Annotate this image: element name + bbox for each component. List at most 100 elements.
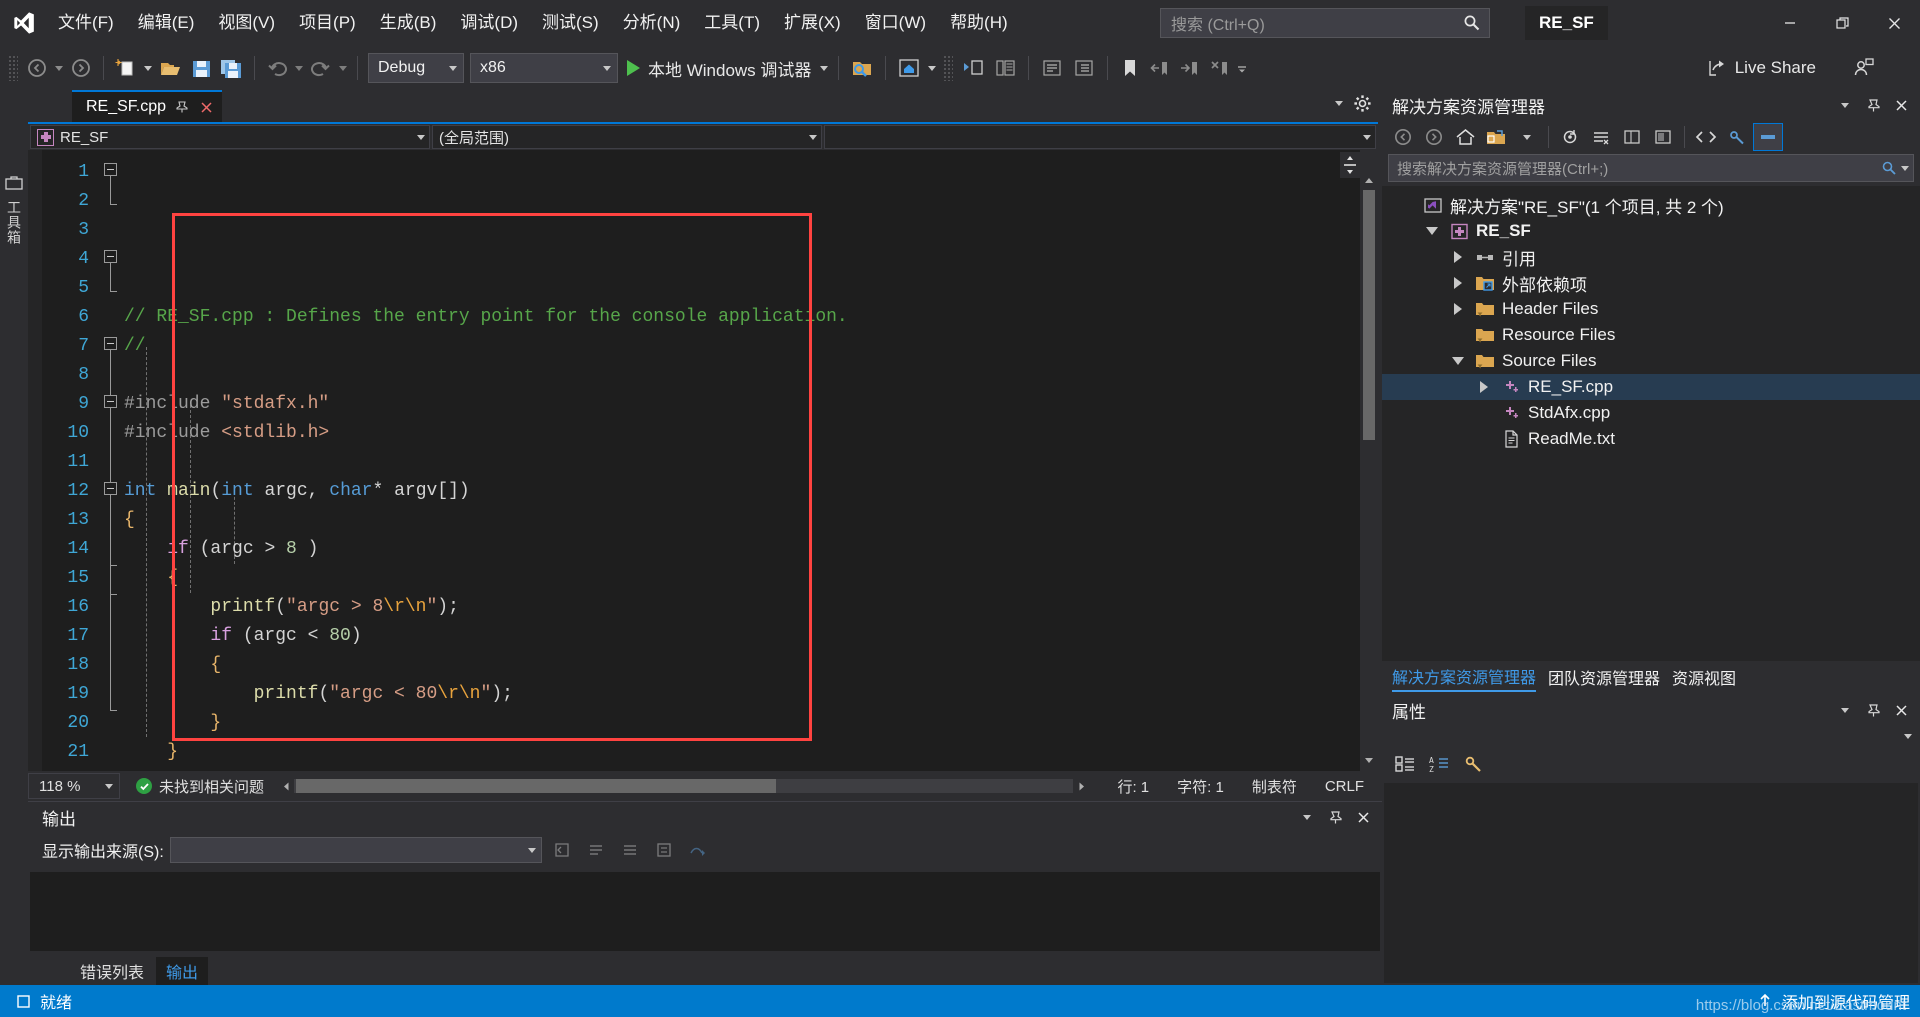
code-line[interactable]: // xyxy=(124,332,1378,361)
gear-icon[interactable] xyxy=(1353,94,1372,113)
clear-all-icon[interactable] xyxy=(582,836,610,864)
menu-help[interactable]: 帮助(H) xyxy=(938,0,1020,46)
fold-widget-line-12[interactable] xyxy=(104,482,117,495)
issue-status[interactable]: 未找到相关问题 xyxy=(136,776,264,797)
toolbar-grip-2[interactable] xyxy=(943,55,953,81)
navigate-forward-icon[interactable] xyxy=(66,51,96,85)
bookmark-clear-icon[interactable] xyxy=(1205,51,1235,85)
tree-item-header-files[interactable]: Header Files xyxy=(1382,296,1920,322)
code-line[interactable] xyxy=(124,767,1378,771)
close-button[interactable] xyxy=(1868,0,1920,46)
toggle-wordwrap-icon[interactable] xyxy=(616,836,644,864)
properties-icon[interactable] xyxy=(1617,123,1647,151)
view-code-icon[interactable] xyxy=(1691,123,1721,151)
solution-explorer-search-input[interactable]: 搜索解决方案资源管理器(Ctrl+;) xyxy=(1388,154,1914,182)
properties-window-icon[interactable] xyxy=(1722,123,1752,151)
undo-dropdown[interactable] xyxy=(292,66,306,71)
hscroll-thumb[interactable] xyxy=(296,779,776,793)
code-line[interactable]: } xyxy=(124,738,1378,767)
code-line[interactable]: // RE_SF.cpp : Defines the entry point f… xyxy=(124,303,1378,332)
properties-grid[interactable] xyxy=(1384,783,1918,983)
menu-project[interactable]: 项目(P) xyxy=(287,0,368,46)
live-share-button[interactable]: Live Share xyxy=(1699,51,1824,85)
new-file-dropdown[interactable] xyxy=(141,66,155,71)
navbar-member-combo[interactable] xyxy=(824,125,1376,149)
go-to-message-icon[interactable] xyxy=(650,836,678,864)
collapse-all-icon[interactable] xyxy=(1586,123,1616,151)
chevron-down-icon[interactable] xyxy=(1512,123,1542,151)
pending-changes-icon[interactable] xyxy=(1753,123,1783,151)
maximize-restore-button[interactable] xyxy=(1816,0,1868,46)
tree-item-resource-files[interactable]: Resource Files xyxy=(1382,322,1920,348)
open-folder-icon[interactable] xyxy=(155,51,186,85)
start-debugging-button[interactable]: 本地 Windows 调试器 xyxy=(621,51,817,85)
pin-icon[interactable] xyxy=(1322,804,1348,830)
back-icon[interactable] xyxy=(1388,123,1418,151)
pin-icon[interactable] xyxy=(1860,92,1886,118)
code-line[interactable]: printf("argc > 8\r\n"); xyxy=(124,593,1378,622)
tree-item-re-sf-cpp[interactable]: RE_SF.cpp xyxy=(1382,374,1920,400)
comment-icon[interactable] xyxy=(989,51,1021,85)
close-icon[interactable] xyxy=(1888,697,1914,723)
chevron-right-icon[interactable] xyxy=(1474,381,1494,393)
editor-horizontal-scrollbar[interactable] xyxy=(278,777,1089,795)
tab-team-explorer[interactable]: 团队资源管理器 xyxy=(1548,665,1660,691)
outlining-margin[interactable] xyxy=(98,150,124,771)
output-source-combo[interactable] xyxy=(170,837,542,863)
outline-icon[interactable] xyxy=(1068,51,1100,85)
categorized-icon[interactable] xyxy=(1390,750,1420,778)
find-message-icon[interactable] xyxy=(548,836,576,864)
save-all-icon[interactable] xyxy=(216,51,247,85)
bookmark-next-icon[interactable] xyxy=(1175,51,1205,85)
code-line[interactable]: if (argc < 80) xyxy=(124,622,1378,651)
tree-item-re-sf[interactable]: RE_SF xyxy=(1382,218,1920,244)
property-pages-icon[interactable] xyxy=(1458,750,1488,778)
fold-widget-line-4[interactable] xyxy=(104,250,117,263)
code-line[interactable]: { xyxy=(124,564,1378,593)
tree-item-[interactable]: 外部依赖项 xyxy=(1382,270,1920,296)
code-line[interactable]: int main(int argc, char* argv[]) xyxy=(124,477,1378,506)
output-text-area[interactable] xyxy=(30,872,1380,951)
chevron-down-icon[interactable] xyxy=(1832,92,1858,118)
uncomment-icon[interactable] xyxy=(1036,51,1068,85)
chevron-down-icon[interactable] xyxy=(1335,101,1343,106)
fold-widget-line-9[interactable] xyxy=(104,395,117,408)
code-line[interactable]: if (argc > 8 ) xyxy=(124,535,1378,564)
menu-tools[interactable]: 工具(T) xyxy=(692,0,772,46)
home-icon[interactable] xyxy=(893,51,925,85)
person-add-icon[interactable] xyxy=(1846,51,1880,85)
refresh-icon[interactable] xyxy=(1555,123,1585,151)
close-icon[interactable] xyxy=(1350,804,1376,830)
tree-item-source-files[interactable]: Source Files xyxy=(1382,348,1920,374)
code-line[interactable]: } xyxy=(124,709,1378,738)
solution-tree[interactable]: 解决方案"RE_SF"(1 个项目, 共 2 个)RE_SF引用外部依赖项Hea… xyxy=(1382,186,1920,661)
bookmark-icon[interactable] xyxy=(1115,51,1145,85)
menu-file[interactable]: 文件(F) xyxy=(46,0,126,46)
code-line[interactable]: { xyxy=(124,506,1378,535)
navigate-back-dropdown[interactable] xyxy=(52,66,66,71)
code-line[interactable]: printf("argc < 80\r\n"); xyxy=(124,680,1378,709)
code-text[interactable]: // RE_SF.cpp : Defines the entry point f… xyxy=(124,150,1378,771)
save-icon[interactable] xyxy=(186,51,216,85)
menu-window[interactable]: 窗口(W) xyxy=(853,0,938,46)
forward-icon[interactable] xyxy=(1419,123,1449,151)
redo-dropdown[interactable] xyxy=(336,66,350,71)
chevron-down-icon[interactable] xyxy=(1832,697,1858,723)
fold-widget-line-1[interactable] xyxy=(104,163,117,176)
toolbar-grip[interactable] xyxy=(8,55,18,81)
scroll-left-arrow[interactable] xyxy=(278,781,294,792)
chevron-right-icon[interactable] xyxy=(1448,277,1468,289)
tab-resource-view[interactable]: 资源视图 xyxy=(1672,665,1736,691)
chevron-down-icon[interactable] xyxy=(1448,357,1468,365)
editor-tab-re-sf-cpp[interactable]: RE_SF.cpp xyxy=(72,90,222,122)
bookmark-prev-icon[interactable] xyxy=(1145,51,1175,85)
search-icon[interactable] xyxy=(1881,160,1897,176)
tree-item-readme-txt[interactable]: ReadMe.txt xyxy=(1382,426,1920,452)
code-line[interactable] xyxy=(124,448,1378,477)
start-debugging-dropdown[interactable] xyxy=(817,66,831,71)
minimize-button[interactable] xyxy=(1764,0,1816,46)
home-icon[interactable] xyxy=(1450,123,1480,151)
close-icon[interactable] xyxy=(1888,92,1914,118)
code-line[interactable]: { xyxy=(124,651,1378,680)
menu-analyze[interactable]: 分析(N) xyxy=(611,0,693,46)
